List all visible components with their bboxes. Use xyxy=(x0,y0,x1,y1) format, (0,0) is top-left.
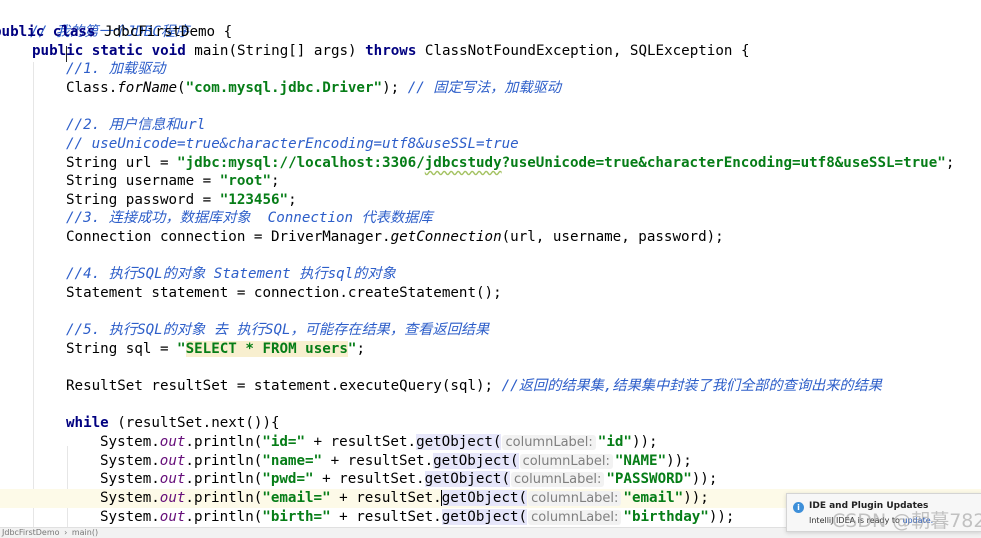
code-line-execute-query[interactable]: ResultSet resultSet = statement.executeQ… xyxy=(66,377,882,396)
notification-body: IntelliJ IDEA is ready to update. xyxy=(809,516,934,525)
code-line-step1-comment[interactable]: //1. 加载驱动 xyxy=(66,60,165,79)
code-line-file-comment[interactable]: // 我的第一个JDBC程序 xyxy=(0,4,189,40)
breadcrumb-item-method[interactable]: main() xyxy=(72,528,98,537)
code-line-password[interactable]: String password = "123456"; xyxy=(66,191,297,210)
code-line-step2-comment[interactable]: //2. 用户信息和url xyxy=(66,116,205,135)
code-line-print-name[interactable]: System.out.println("name=" + resultSet.g… xyxy=(100,452,692,471)
sql-injected-language: SELECT * FROM users xyxy=(185,341,348,357)
code-line-url[interactable]: String url = "jdbc:mysql://localhost:330… xyxy=(66,154,954,173)
notification-title: IDE and Plugin Updates xyxy=(809,501,929,511)
parameter-hint: columnLabel: xyxy=(528,491,622,506)
info-icon: i xyxy=(793,502,804,513)
code-line-get-connection[interactable]: Connection connection = DriverManager.ge… xyxy=(66,228,724,247)
parameter-hint: columnLabel: xyxy=(528,510,622,525)
update-notification[interactable]: i IDE and Plugin Updates IntelliJ IDEA i… xyxy=(786,493,981,532)
breadcrumb-item-class[interactable]: JdbcFirstDemo xyxy=(2,528,60,537)
code-line-username[interactable]: String username = "root"; xyxy=(66,172,280,191)
code-line-print-id[interactable]: System.out.println("id=" + resultSet.get… xyxy=(100,433,658,452)
indent-guide xyxy=(33,62,34,527)
code-line-step3-comment[interactable]: //3. 连接成功，数据库对象 Connection 代表数据库 xyxy=(66,209,433,228)
update-link[interactable]: update. xyxy=(902,516,933,525)
code-line-sql[interactable]: String sql = "SELECT * FROM users"; xyxy=(66,340,365,359)
code-line-class-declaration[interactable]: public class JdbcFirstDemo { xyxy=(0,23,232,42)
code-line-print-birth[interactable]: System.out.println("birth=" + resultSet.… xyxy=(100,508,734,527)
code-line-load-driver[interactable]: Class.forName("com.mysql.jdbc.Driver"); … xyxy=(66,79,561,98)
mouse-ibeam-cursor xyxy=(66,46,67,62)
indent-guide xyxy=(67,446,68,527)
typo-warning[interactable]: jdbcstudy xyxy=(425,155,502,171)
parameter-hint: columnLabel: xyxy=(502,435,596,450)
code-line-step5-comment[interactable]: //5. 执行SQL的对象 去 执行SQL，可能存在结果，查看返回结果 xyxy=(66,321,489,340)
parameter-hint: columnLabel: xyxy=(511,472,605,487)
code-editor[interactable]: // 我的第一个JDBC程序 public class JdbcFirstDem… xyxy=(0,0,981,527)
code-line-step2-comment-params[interactable]: // useUnicode=true&characterEncoding=utf… xyxy=(66,135,519,154)
code-line-main-declaration[interactable]: public static void main(String[] args) t… xyxy=(32,42,750,61)
code-line-step4-comment[interactable]: //4. 执行SQL的对象 Statement 执行sql的对象 xyxy=(66,265,396,284)
code-line-create-statement[interactable]: Statement statement = connection.createS… xyxy=(66,284,502,303)
code-line-print-pwd[interactable]: System.out.println("pwd=" + resultSet.ge… xyxy=(100,470,717,489)
code-line-while[interactable]: while (resultSet.next()){ xyxy=(66,414,280,433)
breadcrumb-separator: › xyxy=(64,528,68,537)
parameter-hint: columnLabel: xyxy=(519,454,613,469)
